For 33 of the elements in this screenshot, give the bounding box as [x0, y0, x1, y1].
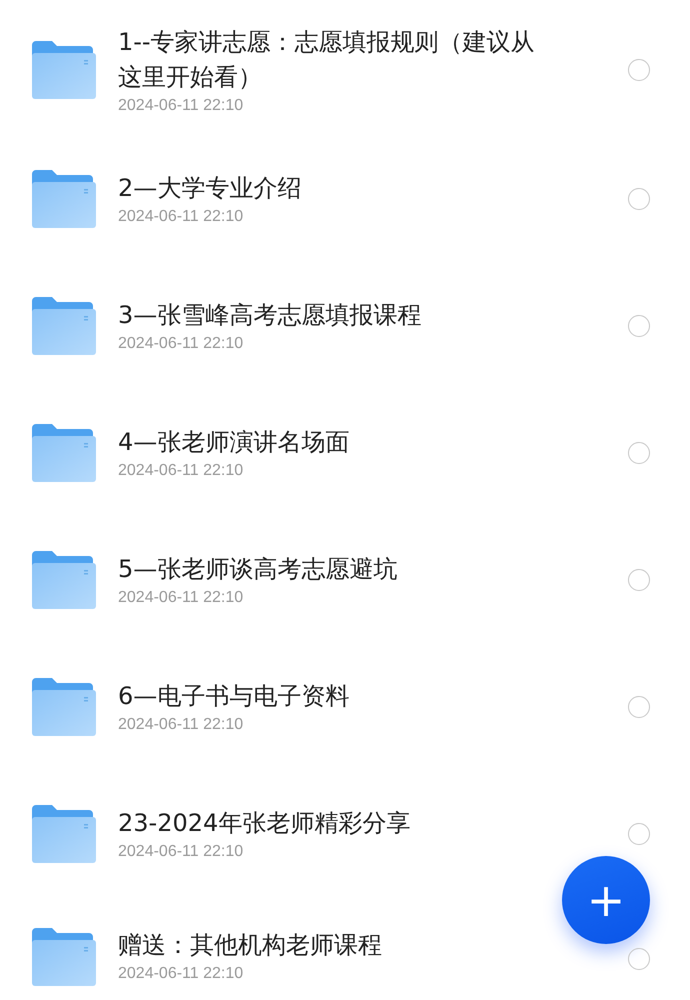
modified-date: 2024-06-11 22:10	[118, 96, 244, 114]
select-radio[interactable]	[628, 696, 650, 718]
modified-date: 2024-06-11 22:10	[118, 335, 244, 353]
modified-date: 2024-06-11 22:10	[118, 208, 244, 226]
folder-name: 1--专家讲志愿：志愿填报规则（建议从这里开始看）	[118, 26, 536, 92]
add-button[interactable]: +	[562, 856, 650, 944]
folder-icon	[32, 804, 96, 862]
select-radio[interactable]	[628, 314, 650, 336]
select-radio[interactable]	[628, 948, 650, 970]
modified-date: 2024-06-11 22:10	[118, 965, 244, 983]
select-radio[interactable]	[628, 58, 650, 80]
folder-icon	[32, 678, 96, 736]
folder-icon	[32, 40, 96, 98]
folder-icon	[32, 550, 96, 608]
select-radio[interactable]	[628, 188, 650, 210]
select-radio[interactable]	[628, 568, 650, 590]
folder-name: 赠送：其他机构老师课程	[118, 930, 383, 961]
folder-icon	[32, 424, 96, 482]
modified-date: 2024-06-11 22:10	[118, 462, 244, 480]
folder-icon	[32, 170, 96, 228]
folder-icon	[32, 928, 96, 986]
select-radio[interactable]	[628, 442, 650, 464]
select-radio[interactable]	[628, 822, 650, 844]
folder-name: 2—大学专业介绍	[118, 173, 302, 204]
folder-name: 23-2024年张老师精彩分享	[118, 808, 412, 839]
folder-icon	[32, 296, 96, 354]
folder-name: 5—张老师谈高考志愿避坑	[118, 554, 398, 585]
folder-name: 6—电子书与电子资料	[118, 681, 350, 712]
modified-date: 2024-06-11 22:10	[118, 589, 244, 607]
folder-name: 4—张老师演讲名场面	[118, 427, 350, 458]
modified-date: 2024-06-11 22:10	[118, 716, 244, 734]
modified-date: 2024-06-11 22:10	[118, 843, 244, 861]
folder-name: 3—张雪峰高考志愿填报课程	[118, 300, 422, 331]
